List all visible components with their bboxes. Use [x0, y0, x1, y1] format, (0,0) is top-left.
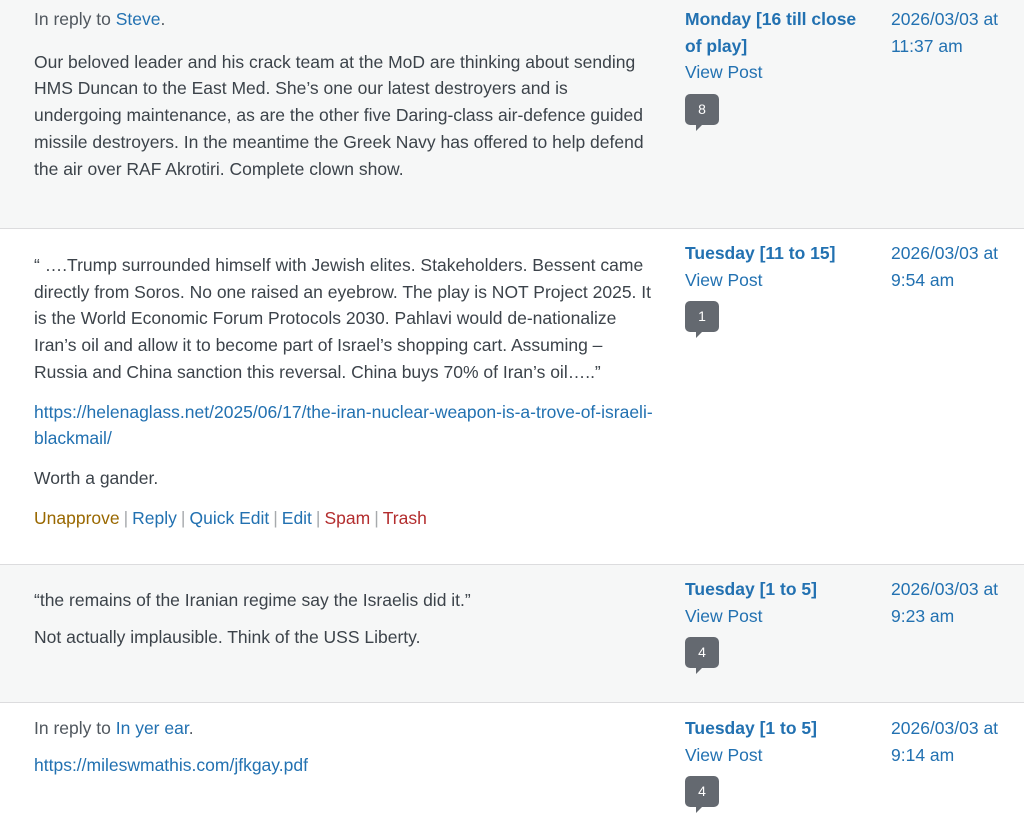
- comment-text: Not actually implausible. Think of the U…: [34, 626, 421, 647]
- view-post-link[interactable]: View Post: [685, 603, 865, 630]
- comment-text: “the remains of the Iranian regime say t…: [34, 590, 471, 610]
- in-response-to: Tuesday [1 to 5] View Post 4: [685, 576, 865, 675]
- view-post-link[interactable]: View Post: [685, 742, 865, 769]
- comment-count-bubble[interactable]: 8: [685, 94, 719, 132]
- comment-link[interactable]: https://helenaglass.net/2025/06/17/the-i…: [34, 402, 653, 449]
- comment-row: “the remains of the Iranian regime say t…: [0, 564, 1024, 703]
- action-separator: |: [315, 507, 321, 528]
- comment-date[interactable]: 2026/03/03 at 9:54 am: [891, 240, 1021, 293]
- reply-to-line: In reply to Steve.: [34, 6, 659, 33]
- comment-date[interactable]: 2026/03/03 at 9:14 am: [891, 715, 1021, 768]
- action-separator: |: [273, 507, 278, 528]
- reply-to-prefix: In reply to: [34, 9, 111, 29]
- reply-author-link[interactable]: In yer ear: [116, 718, 189, 738]
- comment-closing: Worth a gander.: [34, 467, 159, 488]
- unapprove-action[interactable]: Unapprove: [34, 508, 120, 528]
- in-response-to: Tuesday [11 to 15] View Post 1: [685, 240, 865, 339]
- post-title-link[interactable]: Tuesday [1 to 5]: [685, 576, 865, 603]
- comment-count-bubble[interactable]: 1: [685, 301, 719, 339]
- reply-to-suffix: .: [188, 718, 194, 738]
- comment-date[interactable]: 2026/03/03 at 9:23 am: [891, 576, 1021, 629]
- row-actions: Unapprove | Reply | Quick Edit | Edit | Spam | Tra…: [34, 505, 659, 531]
- trash-action[interactable]: Trash: [383, 508, 427, 528]
- action-separator: |: [374, 507, 379, 528]
- action-separator: |: [180, 507, 186, 528]
- comment-quote: “ ….Trump surrounded himself with Jewish…: [34, 255, 652, 382]
- comment-count-bubble[interactable]: 4: [685, 776, 719, 814]
- reply-to-line: In reply to In yer ear.: [34, 715, 659, 742]
- post-title-link[interactable]: Tuesday [1 to 5]: [685, 715, 865, 742]
- comment-body: “ ….Trump surrounded himself with Jewish…: [34, 252, 659, 531]
- view-post-link[interactable]: View Post: [685, 59, 865, 86]
- comment-date[interactable]: 2026/03/03 at 11:37 am: [891, 6, 1021, 59]
- comment-body: “the remains of the Iranian regime say t…: [34, 587, 659, 650]
- in-response-to: Monday [16 till close of play] View Post…: [685, 6, 865, 132]
- comment-row: In reply to In yer ear. https://mileswma…: [0, 702, 1024, 819]
- comment-row: In reply to Steve. Our beloved leader an…: [0, 0, 1024, 228]
- quick-edit-action[interactable]: Quick Edit: [189, 508, 269, 528]
- comment-link[interactable]: https://mileswmathis.com/jfkgay.pdf: [34, 755, 308, 775]
- edit-action[interactable]: Edit: [282, 508, 312, 528]
- comment-body: In reply to Steve. Our beloved leader an…: [34, 6, 659, 182]
- comment-text: Our beloved leader and his crack team at…: [34, 51, 644, 179]
- reply-action[interactable]: Reply: [132, 508, 177, 528]
- comment-link-line: https://helenaglass.net/2025/06/17/the-i…: [34, 399, 659, 452]
- post-title-link[interactable]: Tuesday [11 to 15]: [685, 240, 865, 267]
- post-title-link[interactable]: Monday [16 till close of play]: [685, 6, 865, 59]
- comment-body: In reply to In yer ear. https://mileswma…: [34, 715, 659, 778]
- spam-action[interactable]: Spam: [324, 508, 370, 528]
- action-separator: |: [123, 507, 129, 528]
- comment-count-bubble[interactable]: 4: [685, 637, 719, 675]
- comment-row: “ ….Trump surrounded himself with Jewish…: [0, 228, 1024, 565]
- reply-author-link[interactable]: Steve: [116, 9, 161, 29]
- in-response-to: Tuesday [1 to 5] View Post 4: [685, 715, 865, 814]
- view-post-link[interactable]: View Post: [685, 267, 865, 294]
- reply-to-prefix: In reply to: [34, 718, 111, 738]
- reply-to-suffix: .: [160, 9, 166, 29]
